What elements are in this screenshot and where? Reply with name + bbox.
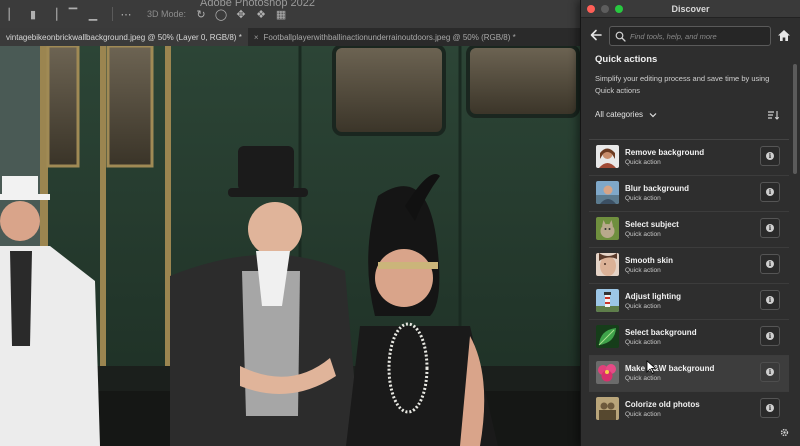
- info-button[interactable]: i: [760, 254, 780, 274]
- minimize-window-button[interactable]: [601, 5, 609, 13]
- info-icon: i: [766, 260, 774, 268]
- quick-action-name: Select background: [625, 328, 697, 337]
- 3d-scale-icon[interactable]: ▦: [274, 7, 288, 21]
- search-field[interactable]: [609, 26, 771, 46]
- quick-action-remove-background[interactable]: Remove background Quick action i: [589, 139, 789, 175]
- align-top-icon[interactable]: ▔: [66, 7, 80, 21]
- app-title: Adobe Photoshop 2022: [200, 0, 315, 9]
- tab-label: Footballplayerwithballinactionunderraino…: [263, 32, 516, 42]
- thumbnail-image: [596, 361, 619, 384]
- info-button[interactable]: i: [760, 326, 780, 346]
- info-icon: i: [766, 152, 774, 160]
- info-icon: i: [766, 404, 774, 412]
- thumbnail-image: [596, 217, 619, 240]
- panel-scrollbar[interactable]: [793, 60, 798, 440]
- thumbnail-image: [596, 325, 619, 348]
- sort-icon[interactable]: [767, 110, 779, 120]
- info-icon: i: [766, 368, 774, 376]
- discover-titlebar[interactable]: Discover: [581, 0, 800, 18]
- quick-action-subtitle: Quick action: [625, 339, 661, 346]
- align-center-icon[interactable]: ▮: [26, 7, 40, 21]
- tab-label: vintagebikeonbrickwallbackground.jpeg @ …: [6, 32, 242, 42]
- back-arrow-icon[interactable]: [589, 28, 603, 42]
- quick-actions-list: Remove background Quick action i Blur ba…: [589, 139, 789, 427]
- search-input[interactable]: [630, 27, 768, 45]
- tab-football-player[interactable]: × Footballplayerwithballinactionunderrai…: [248, 28, 522, 46]
- quick-action-subtitle: Quick action: [625, 375, 661, 382]
- toolbar-divider: [112, 7, 113, 21]
- quick-action-subtitle: Quick action: [625, 303, 661, 310]
- quick-action-subtitle: Quick action: [625, 267, 661, 274]
- discover-title: Discover: [671, 3, 710, 14]
- quick-action-select-subject[interactable]: Select subject Quick action i: [589, 211, 789, 247]
- 3d-slide-icon[interactable]: ❖: [254, 7, 268, 21]
- tab-vintage-bike[interactable]: vintagebikeonbrickwallbackground.jpeg @ …: [0, 28, 248, 46]
- chevron-down-icon: [649, 112, 657, 117]
- quick-action-name: Smooth skin: [625, 256, 674, 265]
- thumbnail-image: [596, 289, 619, 312]
- info-icon: i: [766, 332, 774, 340]
- info-button[interactable]: i: [760, 398, 780, 418]
- close-tab-icon[interactable]: ×: [254, 33, 259, 42]
- zoom-window-button[interactable]: [615, 5, 623, 13]
- quick-action-subtitle: Quick action: [625, 411, 661, 418]
- thumbnail-image: [596, 253, 619, 276]
- quick-action-subtitle: Quick action: [625, 231, 661, 238]
- info-button[interactable]: i: [760, 290, 780, 310]
- thumbnail-image: [596, 145, 619, 168]
- quick-action-name: Adjust lighting: [625, 292, 681, 301]
- 3d-orbit-icon[interactable]: ↻: [194, 7, 208, 21]
- quick-action-name: Colorize old photos: [625, 400, 700, 409]
- quick-action-subtitle: Quick action: [625, 195, 661, 202]
- info-icon: i: [766, 188, 774, 196]
- discover-panel: Discover Quick actions Simplify your edi…: [580, 0, 800, 446]
- quick-action-subtitle: Quick action: [625, 159, 661, 166]
- quick-action-name: Select subject: [625, 220, 679, 229]
- align-right-icon[interactable]: ▕: [46, 7, 60, 21]
- thumbnail-image: [596, 181, 619, 204]
- photoshop-window: ▏ ▮ ▕ ▔ ▁ ⋯ 3D Mode: ↻ ◯ ✥ ❖ ▦ Adobe Pho…: [0, 0, 800, 446]
- quick-action-colorize-old-photos[interactable]: Colorize old photos Quick action i: [589, 391, 789, 427]
- window-controls: [587, 5, 623, 13]
- pointer-cursor-icon: [646, 360, 656, 374]
- close-window-button[interactable]: [587, 5, 595, 13]
- quick-action-name: Blur background: [625, 184, 690, 193]
- info-button[interactable]: i: [760, 182, 780, 202]
- quick-action-blur-background[interactable]: Blur background Quick action i: [589, 175, 789, 211]
- search-icon: [615, 31, 626, 42]
- thumbnail-image: [596, 397, 619, 420]
- scrollbar-thumb[interactable]: [793, 64, 797, 174]
- category-dropdown[interactable]: All categories: [595, 110, 657, 119]
- info-button[interactable]: i: [760, 218, 780, 238]
- section-title: Quick actions: [595, 54, 658, 65]
- quick-action-name: Make B&W background: [625, 364, 715, 373]
- gear-icon[interactable]: [779, 427, 790, 438]
- info-button[interactable]: i: [760, 146, 780, 166]
- home-icon[interactable]: [777, 29, 791, 42]
- search-row: [581, 22, 800, 50]
- align-bottom-icon[interactable]: ▁: [86, 7, 100, 21]
- quick-action-select-background[interactable]: Select background Quick action i: [589, 319, 789, 355]
- 3d-pan-icon[interactable]: ✥: [234, 7, 248, 21]
- quick-action-make-bw-background[interactable]: Make B&W background Quick action i: [589, 355, 789, 391]
- section-description: Simplify your editing process and save t…: [595, 74, 770, 95]
- 3d-roll-icon[interactable]: ◯: [214, 7, 228, 21]
- info-icon: i: [766, 296, 774, 304]
- quick-action-smooth-skin[interactable]: Smooth skin Quick action i: [589, 247, 789, 283]
- quick-action-adjust-lighting[interactable]: Adjust lighting Quick action i: [589, 283, 789, 319]
- quick-action-name: Remove background: [625, 148, 705, 157]
- info-button[interactable]: i: [760, 362, 780, 382]
- align-left-icon[interactable]: ▏: [6, 7, 20, 21]
- info-icon: i: [766, 224, 774, 232]
- more-options-icon[interactable]: ⋯: [119, 7, 133, 21]
- category-dropdown-value: All categories: [595, 110, 644, 119]
- 3d-mode-label: 3D Mode:: [147, 9, 187, 19]
